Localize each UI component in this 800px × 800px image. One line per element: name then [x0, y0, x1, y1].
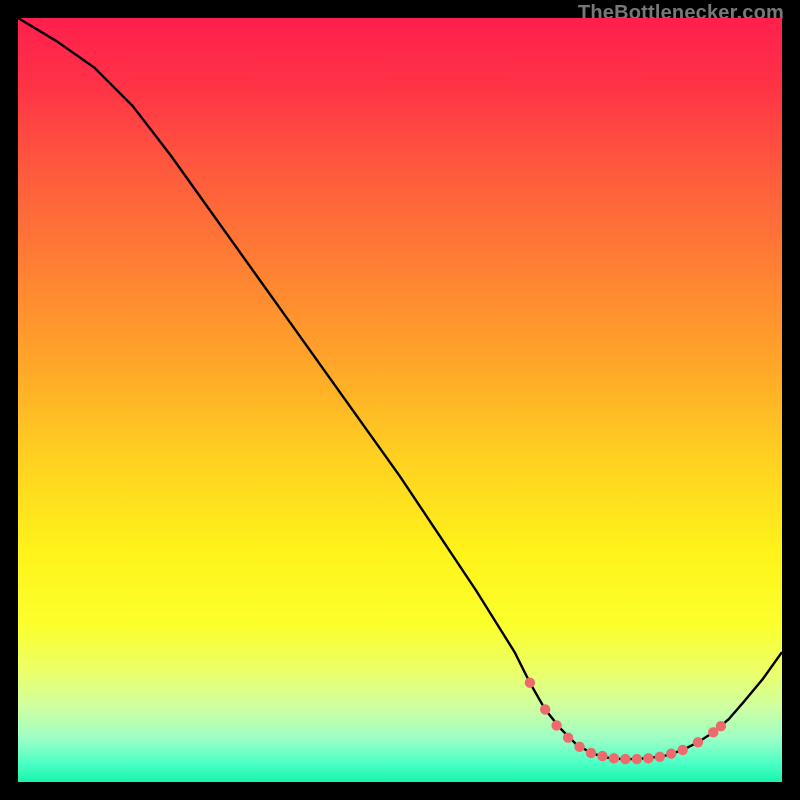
- chart-plot-area: [18, 18, 782, 782]
- highlight-point: [620, 754, 630, 764]
- highlight-point: [716, 721, 726, 731]
- highlight-point: [643, 753, 653, 763]
- highlight-point: [597, 751, 607, 761]
- highlight-point: [655, 752, 665, 762]
- highlight-point: [574, 742, 584, 752]
- chart-stage: TheBottlenecker.com: [0, 0, 800, 800]
- highlight-point: [609, 753, 619, 763]
- chart-background: [18, 18, 782, 782]
- highlight-point: [525, 677, 535, 687]
- highlight-point: [586, 748, 596, 758]
- highlight-point: [693, 737, 703, 747]
- highlight-point: [540, 704, 550, 714]
- highlight-point: [632, 754, 642, 764]
- highlight-point: [551, 720, 561, 730]
- chart-svg: [18, 18, 782, 782]
- highlight-point: [666, 749, 676, 759]
- highlight-point: [563, 732, 573, 742]
- highlight-point: [677, 745, 687, 755]
